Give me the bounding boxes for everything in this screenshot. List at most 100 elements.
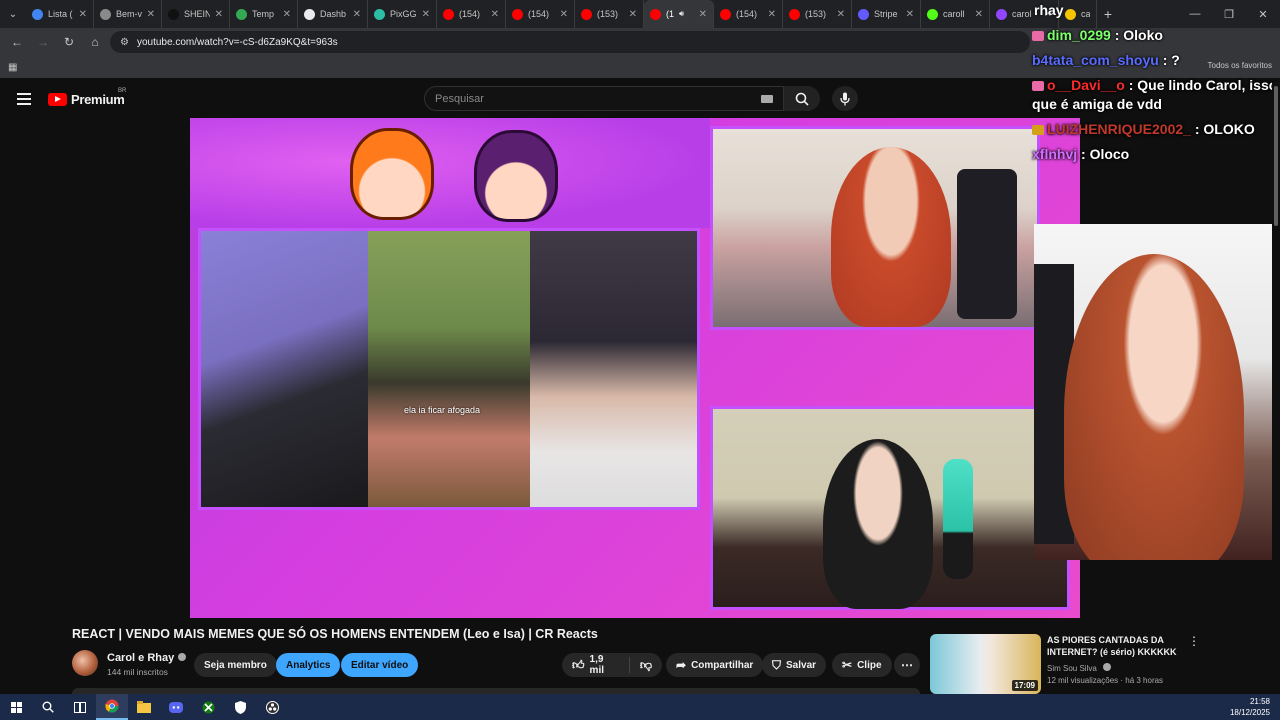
search-placeholder: Pesquisar	[435, 92, 484, 105]
forward-icon[interactable]: →	[32, 31, 54, 53]
browser-tab[interactable]: caroll ✕	[921, 0, 990, 28]
tab-label: SHEIN	[184, 9, 210, 19]
close-tab-icon[interactable]: ✕	[699, 9, 707, 20]
close-tab-icon[interactable]: ✕	[629, 9, 637, 20]
search-button[interactable]	[784, 86, 820, 111]
keyboard-icon[interactable]	[761, 95, 773, 103]
windows-start-icon[interactable]	[0, 694, 32, 720]
youtube-logo[interactable]: Premium	[48, 92, 125, 107]
close-tab-icon[interactable]: ✕	[906, 9, 914, 20]
related-video[interactable]: 17:09 AS PIORES CANTADAS DA INTERNET? (é…	[930, 634, 1200, 694]
chrome-taskbar-icon[interactable]	[96, 694, 128, 720]
video-title: REACT | VENDO MAIS MEMES QUE SÓ OS HOMEN…	[72, 627, 598, 641]
channel-avatar[interactable]	[72, 650, 98, 676]
menu-icon[interactable]	[17, 93, 31, 105]
tab-label: (1	[666, 9, 675, 19]
chat-username[interactable]: dim_0299	[1047, 27, 1111, 43]
more-actions-button[interactable]: ⋯	[894, 653, 920, 677]
close-tab-icon[interactable]: ✕	[422, 9, 430, 20]
scissors-icon: ✂	[842, 658, 853, 672]
browser-tab[interactable]: (154) ✕	[714, 0, 783, 28]
new-tab-button[interactable]: +	[1097, 6, 1119, 22]
close-tab-icon[interactable]: ✕	[147, 9, 155, 20]
browser-tab[interactable]: PixGG ✕	[368, 0, 437, 28]
favicon-icon	[32, 8, 43, 20]
xbox-icon[interactable]	[192, 694, 224, 720]
browser-tab[interactable]: carol	[1059, 0, 1097, 28]
related-thumbnail[interactable]: 17:09	[930, 634, 1041, 694]
security-shield-icon[interactable]	[224, 694, 256, 720]
back-icon[interactable]: ←	[6, 31, 28, 53]
thumbs-down-icon: 👎︎	[639, 658, 652, 672]
chat-username[interactable]: LUIZHENRIQUE2002_	[1047, 121, 1191, 137]
minimize-icon[interactable]: —	[1178, 0, 1212, 28]
favicon-icon	[858, 8, 869, 20]
search-icon[interactable]	[32, 694, 64, 720]
browser-tab[interactable]: (154) ✕	[437, 0, 506, 28]
like-button[interactable]: 👍︎ 1,9 mil	[562, 654, 630, 676]
close-tab-icon[interactable]: ✕	[975, 9, 983, 20]
clip-button[interactable]: ✂ Clipe	[832, 653, 892, 677]
clock-time: 21:58	[1249, 697, 1270, 706]
favicon-icon	[512, 8, 523, 20]
browser-tab[interactable]: (154) ✕	[506, 0, 575, 28]
chat-username[interactable]: xflnhvj	[1032, 146, 1077, 162]
close-tab-icon[interactable]: ✕	[215, 9, 223, 20]
discord-icon[interactable]	[160, 694, 192, 720]
favicon-icon	[374, 8, 385, 20]
chat-username[interactable]: o__Davi__o	[1047, 77, 1125, 93]
reload-icon[interactable]: ↻	[58, 31, 80, 53]
task-view-icon[interactable]	[64, 694, 96, 720]
save-button[interactable]: ⛉ Salvar	[762, 653, 827, 677]
system-clock[interactable]: 21:58 18/12/2025	[1230, 696, 1270, 718]
join-button[interactable]: Seja membro	[194, 653, 277, 677]
share-button[interactable]: ➦ Compartilhar	[666, 653, 764, 677]
related-channel[interactable]: Sim Sou Silva	[1047, 663, 1112, 673]
browser-tab[interactable]: (153) ✕	[575, 0, 644, 28]
tab-search-icon[interactable]: ⌄	[0, 0, 26, 28]
close-tab-icon[interactable]: ✕	[79, 9, 87, 20]
related-title[interactable]: AS PIORES CANTADAS DA INTERNET? (é sério…	[1047, 634, 1192, 658]
close-tab-icon[interactable]: ✕	[768, 9, 776, 20]
analytics-button[interactable]: Analytics	[276, 653, 341, 677]
url-field[interactable]: ⚙ youtube.com/watch?v=-cS-d6Za9KQ&t=963s	[110, 31, 1030, 53]
edit-video-button[interactable]: Editar vídeo	[341, 653, 419, 677]
close-tab-icon[interactable]: ✕	[283, 9, 291, 20]
close-tab-icon[interactable]: ✕	[837, 9, 845, 20]
webcam-top	[710, 126, 1040, 330]
close-tab-icon[interactable]: ✕	[491, 9, 499, 20]
video-player[interactable]: ela ia ficar afogada	[190, 118, 1080, 618]
voice-search-button[interactable]	[832, 86, 858, 111]
chat-username[interactable]: b4tata_com_shoyu	[1032, 52, 1159, 68]
browser-tab[interactable]: Bem-v ✕	[94, 0, 162, 28]
browser-tab[interactable]: Lista (✕	[26, 0, 94, 28]
search-input[interactable]: Pesquisar	[424, 86, 784, 111]
maximize-icon[interactable]: ❐	[1212, 0, 1246, 28]
browser-tab[interactable]: (1 🔊︎ ✕	[644, 0, 714, 28]
browser-tab[interactable]: SHEIN ✕	[162, 0, 230, 28]
apps-grid-icon[interactable]: ▦	[8, 62, 17, 73]
tab-label: caroll	[943, 9, 965, 19]
site-info-icon[interactable]: ⚙	[120, 37, 129, 48]
obs-icon[interactable]	[256, 694, 288, 720]
home-icon[interactable]: ⌂	[84, 31, 106, 53]
close-tab-icon[interactable]: ✕	[560, 9, 568, 20]
subscriber-count: 144 mil inscritos	[107, 667, 168, 677]
close-window-icon[interactable]: ✕	[1246, 0, 1280, 28]
tab-label: carol	[1012, 9, 1032, 19]
close-tab-icon[interactable]: ✕	[353, 9, 361, 20]
scrollbar-thumb[interactable]	[1274, 86, 1278, 226]
speaker-icon[interactable]: 🔊︎	[679, 9, 684, 19]
browser-tab[interactable]: (153) ✕	[783, 0, 852, 28]
page-scrollbar[interactable]	[1272, 82, 1280, 694]
browser-tab[interactable]: Temp ✕	[230, 0, 298, 28]
tab-label: Temp	[252, 9, 275, 19]
logo-text: Premium	[71, 92, 125, 107]
browser-tab[interactable]: Dashb ✕	[298, 0, 368, 28]
file-explorer-icon[interactable]	[128, 694, 160, 720]
dislike-button[interactable]: 👎︎	[630, 659, 662, 671]
microphone-light-image	[943, 459, 973, 579]
related-more-icon[interactable]: ⋮	[1188, 634, 1200, 648]
channel-name-link[interactable]: Carol e Rhay	[107, 652, 187, 664]
browser-tab[interactable]: Stripe ✕	[852, 0, 921, 28]
